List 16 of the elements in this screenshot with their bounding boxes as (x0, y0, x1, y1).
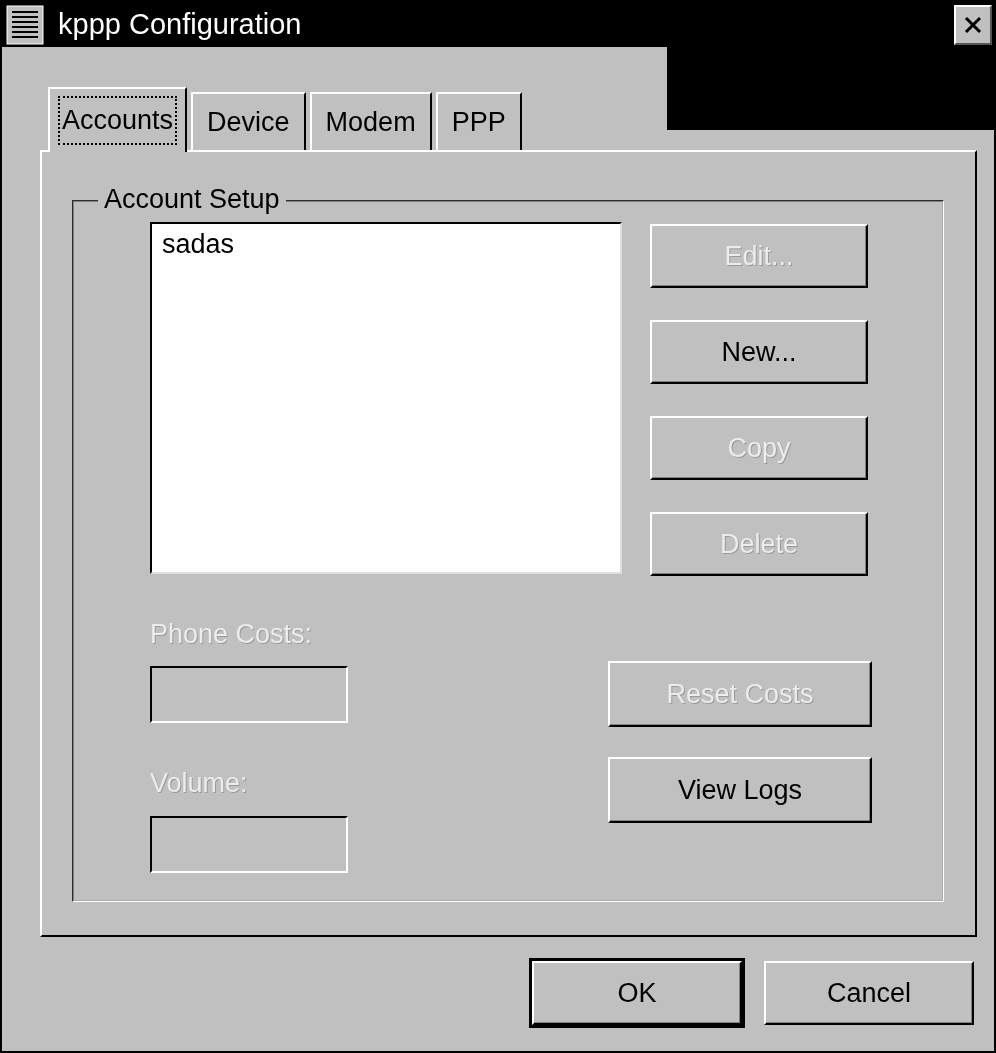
tab[interactable]: Modem (309, 92, 432, 150)
tab[interactable]: PPP (435, 92, 522, 150)
volume-field[interactable] (150, 815, 348, 873)
list-item[interactable]: sadas (162, 228, 610, 261)
close-button[interactable] (954, 4, 992, 45)
close-icon (963, 14, 983, 35)
account-list[interactable]: sadas (150, 222, 622, 574)
tab[interactable]: Accounts (48, 87, 188, 152)
tab[interactable]: Device (191, 92, 306, 150)
cancel-button[interactable]: Cancel (764, 961, 974, 1025)
view-logs-button[interactable]: View Logs (608, 757, 872, 823)
ok-button[interactable]: OK (532, 961, 742, 1025)
new-button[interactable]: New... (650, 320, 868, 384)
menu-icon[interactable] (6, 4, 44, 45)
phone-costs-field[interactable] (150, 666, 348, 724)
window-title: kppp Configuration (58, 10, 302, 39)
